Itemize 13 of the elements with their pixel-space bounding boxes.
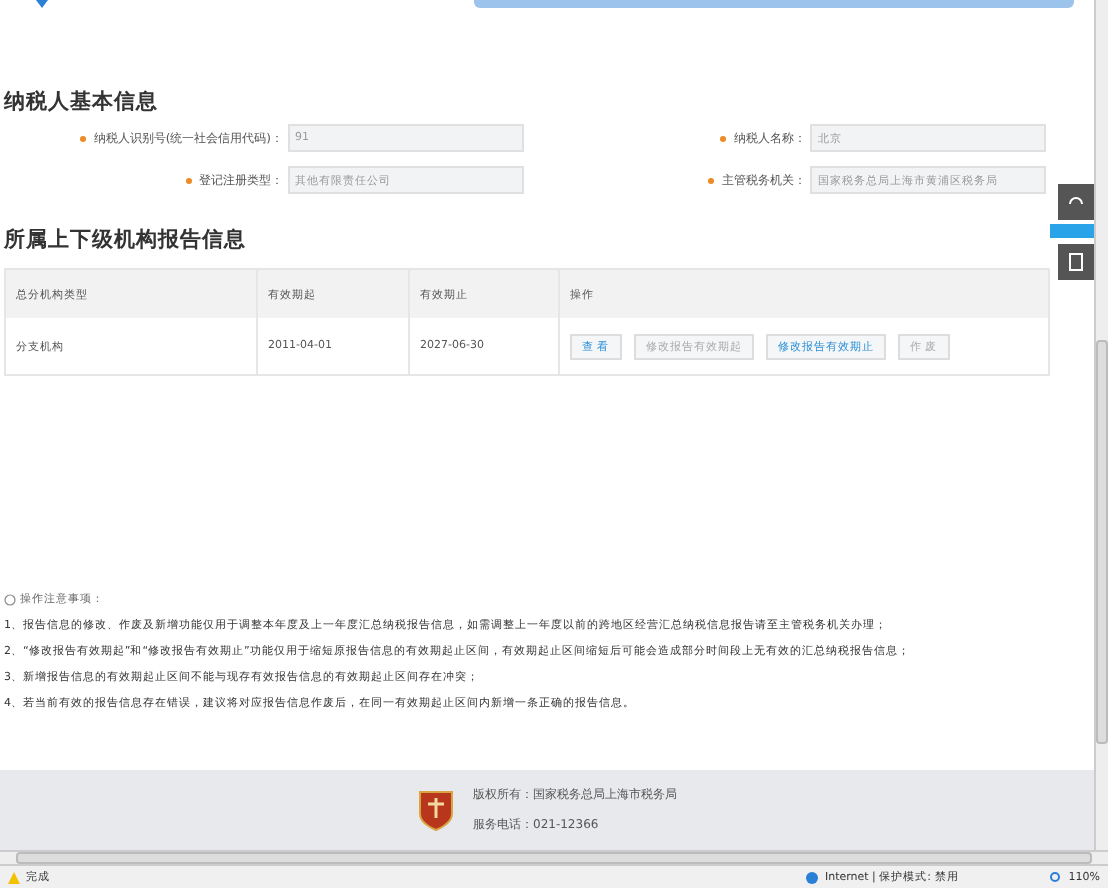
required-dot	[185, 177, 191, 183]
warning-icon	[8, 871, 20, 883]
arrow-down-icon	[36, 0, 48, 8]
horizontal-scrollbar[interactable]	[0, 850, 1108, 864]
required-dot	[720, 135, 726, 141]
section-title: 纳税人基本信息	[1, 88, 160, 116]
headset-icon[interactable]	[1058, 184, 1094, 220]
required-dot	[79, 135, 86, 141]
section-title: 所属上下级机构报告信息	[2, 226, 248, 254]
required-dot	[708, 177, 714, 183]
info-circle-icon	[4, 593, 16, 605]
vertical-scrollbar[interactable]	[1094, 0, 1108, 850]
shield-logo-icon	[417, 788, 453, 832]
